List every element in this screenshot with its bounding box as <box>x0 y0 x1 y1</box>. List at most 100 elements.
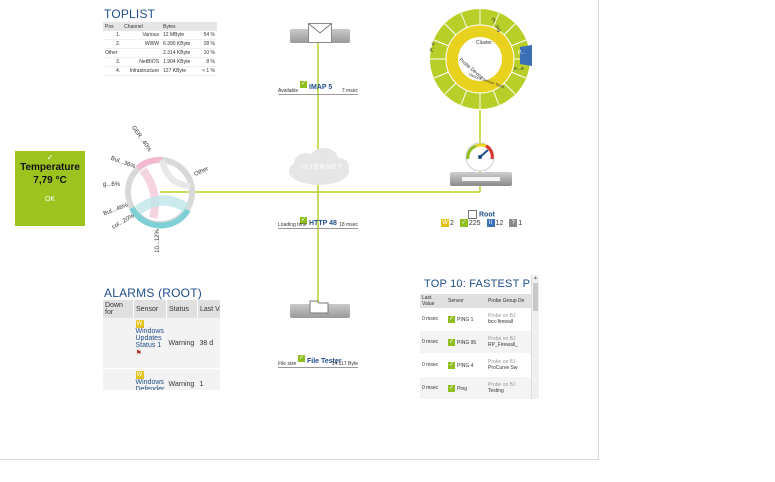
toplist-header-pos: Pos <box>103 22 123 31</box>
top10-probe-cell[interactable]: Probe on BJ RP_Firewall_ <box>486 330 532 354</box>
table-row[interactable]: 0 msec ✓ PING 1 Probe on BJ bcx-firewall <box>420 308 532 331</box>
alarms-status: Warning <box>166 318 198 369</box>
filetester-gauge: File size 14.117 Byte <box>278 361 358 368</box>
top10-sensor-cell[interactable]: ✓ PING 4 <box>446 353 486 377</box>
table-row[interactable]: 0 msec ✓ PING 95 Probe on BJ RP_Firewall_ <box>420 330 532 354</box>
top10-header-sensor: Sensor <box>446 294 486 308</box>
unknown-icon: ? <box>509 219 518 227</box>
top10-probe-cell[interactable]: Probe on BJ ProCurve Sw <box>486 353 532 377</box>
table-row: 4. Infrastructure 127 KByte < 1 % <box>103 66 217 76</box>
toplist-pos: 1. <box>103 31 123 40</box>
toplist-channel: WWW <box>122 39 162 49</box>
toplist-pct: 28 % <box>197 39 217 49</box>
table-row[interactable]: W Windows Updates Status 1 ⚑ Warning 38 … <box>103 318 220 369</box>
toplist-bytes: 2.314 KByte <box>161 48 198 58</box>
top10-sensor-cell[interactable]: ✓ PING 95 <box>446 330 486 354</box>
toplist-channel: NetBIOS <box>122 57 162 67</box>
top10-device: bcx-firewall <box>488 319 514 325</box>
imap-gauge: Available 7 msec <box>278 88 358 95</box>
table-row: 2. WWW 6.390 KByte 28 % <box>103 39 217 49</box>
alarms-header-sensor: Sensor <box>133 300 167 318</box>
root-label-group[interactable]: Root <box>468 210 495 219</box>
top10-header-value: Last Value <box>420 294 446 308</box>
chord-label: g...6% <box>103 182 121 188</box>
alarms-sensor-cell[interactable]: W Windows Defender <box>133 368 167 390</box>
alarms-header-last: Last Val <box>197 300 220 318</box>
chord-label: 10...12% <box>154 229 161 253</box>
table-row[interactable]: W Windows Defender Warning 1 <box>103 368 220 390</box>
toplist-header-bytes: Bytes <box>161 22 198 31</box>
scroll-up-icon[interactable]: ▲ <box>532 275 539 281</box>
toplist-bytes: 1.904 KByte <box>161 57 198 67</box>
alarms-panel: Down for Sensor Status Last Val W Window… <box>103 300 220 390</box>
check-icon: ✓ <box>448 338 455 346</box>
toplist-pct: < 1 % <box>197 66 217 76</box>
top10-sensor-name: PING 4 <box>457 362 474 369</box>
top10-value: 0 msec <box>420 330 446 354</box>
server-slot <box>462 177 500 181</box>
top10-probe-cell[interactable]: Probe on BJ Testing <box>486 376 532 400</box>
toplist-bytes: 12 MByte <box>161 31 198 40</box>
toplist-header-pct <box>197 22 217 31</box>
top10-device: ProCurve Sw <box>488 365 518 371</box>
flag-icon: ⚑ <box>135 350 142 357</box>
table-row: 1. Various 12 MByte 54 % <box>103 31 217 40</box>
toplist-channel <box>122 48 162 58</box>
cloud-label: INTERNET <box>300 164 343 171</box>
sunburst-label: e...e <box>514 66 524 72</box>
imap-channel: Available <box>278 88 299 94</box>
top10-header-probe: Probe Group De <box>486 294 532 308</box>
table-row: 3. NetBIOS 1.904 KByte 8 % <box>103 57 217 67</box>
scrollbar-thumb[interactable] <box>533 283 538 311</box>
top10-title: TOP 10: FASTEST PING <box>424 278 539 290</box>
top10-scrollbar[interactable]: ▲ <box>531 275 539 399</box>
top10-device: Testing <box>488 388 504 394</box>
top10-table: Last Value Sensor Probe Group De 0 msec … <box>420 294 532 400</box>
toplist-channel: Infrastructure <box>122 66 162 76</box>
filetester-channel: File size <box>278 361 297 367</box>
toplist-title: TOPLIST <box>104 7 156 21</box>
top10-sensor-cell[interactable]: ✓ PING 1 <box>446 308 486 331</box>
top10-sensor-cell[interactable]: ✓ Ping <box>446 376 486 400</box>
warning-count: 2 <box>450 219 454 227</box>
toplist-channel: Various <box>122 31 162 40</box>
root-label: Root <box>479 211 495 219</box>
paused-icon: II <box>486 219 495 227</box>
toplist-pct: 10 % <box>197 48 217 58</box>
folder-icon <box>309 298 329 314</box>
unknown-count: 1 <box>518 219 523 227</box>
toplist-pos: 4. <box>103 66 123 76</box>
table-row[interactable]: 0 msec ✓ PING 4 Probe on BJ ProCurve Sw <box>420 353 532 377</box>
toplist-pos: 3. <box>103 57 123 67</box>
toplist-bytes: 6.390 KByte <box>161 39 198 49</box>
mail-server-device[interactable] <box>290 23 350 43</box>
toplist-header-channel: Channel <box>122 22 162 31</box>
group-icon <box>468 210 477 219</box>
alarms-sensor-cell[interactable]: W Windows Updates Status 1 ⚑ <box>133 318 167 369</box>
table-row[interactable]: 0 msec ✓ Ping Probe on BJ Testing <box>420 376 532 400</box>
toplist-pos: 2. <box>103 39 123 49</box>
ok-count: 225 <box>468 219 481 227</box>
file-server-device[interactable] <box>290 300 350 318</box>
toplist-pct: 54 % <box>197 31 217 40</box>
toplist-table: Pos Channel Bytes 1. Various 12 MByte 54… <box>103 22 217 76</box>
filetester-value: 14.117 Byte <box>331 361 358 367</box>
check-icon: ✓ <box>448 315 455 323</box>
top10-probe-cell[interactable]: Probe on BJ bcx-firewall <box>486 308 532 331</box>
alarms-sensor-name: Windows Defender <box>135 379 165 390</box>
top10-value: 0 msec <box>420 353 446 377</box>
top10-value: 0 msec <box>420 376 446 400</box>
ok-icon: ✓ <box>459 219 468 227</box>
envelope-icon <box>308 23 332 43</box>
imap-value: 7 msec <box>341 88 358 94</box>
sunburst-chart[interactable] <box>424 4 536 112</box>
alarms-down-cell <box>103 318 134 369</box>
alarms-sensor-name: Windows Updates Status 1 <box>135 328 164 349</box>
root-device[interactable] <box>450 172 512 186</box>
top10-value: 0 msec <box>420 308 446 331</box>
temperature-widget[interactable]: ✓ Temperature 7,79 °C OK <box>15 151 85 226</box>
sunburst-label: P... <box>518 50 525 56</box>
top10-sensor-name: PING 1 <box>457 316 474 323</box>
http-gauge: Loading time 18 msec <box>278 222 358 229</box>
alarms-last: 1 <box>197 368 220 390</box>
